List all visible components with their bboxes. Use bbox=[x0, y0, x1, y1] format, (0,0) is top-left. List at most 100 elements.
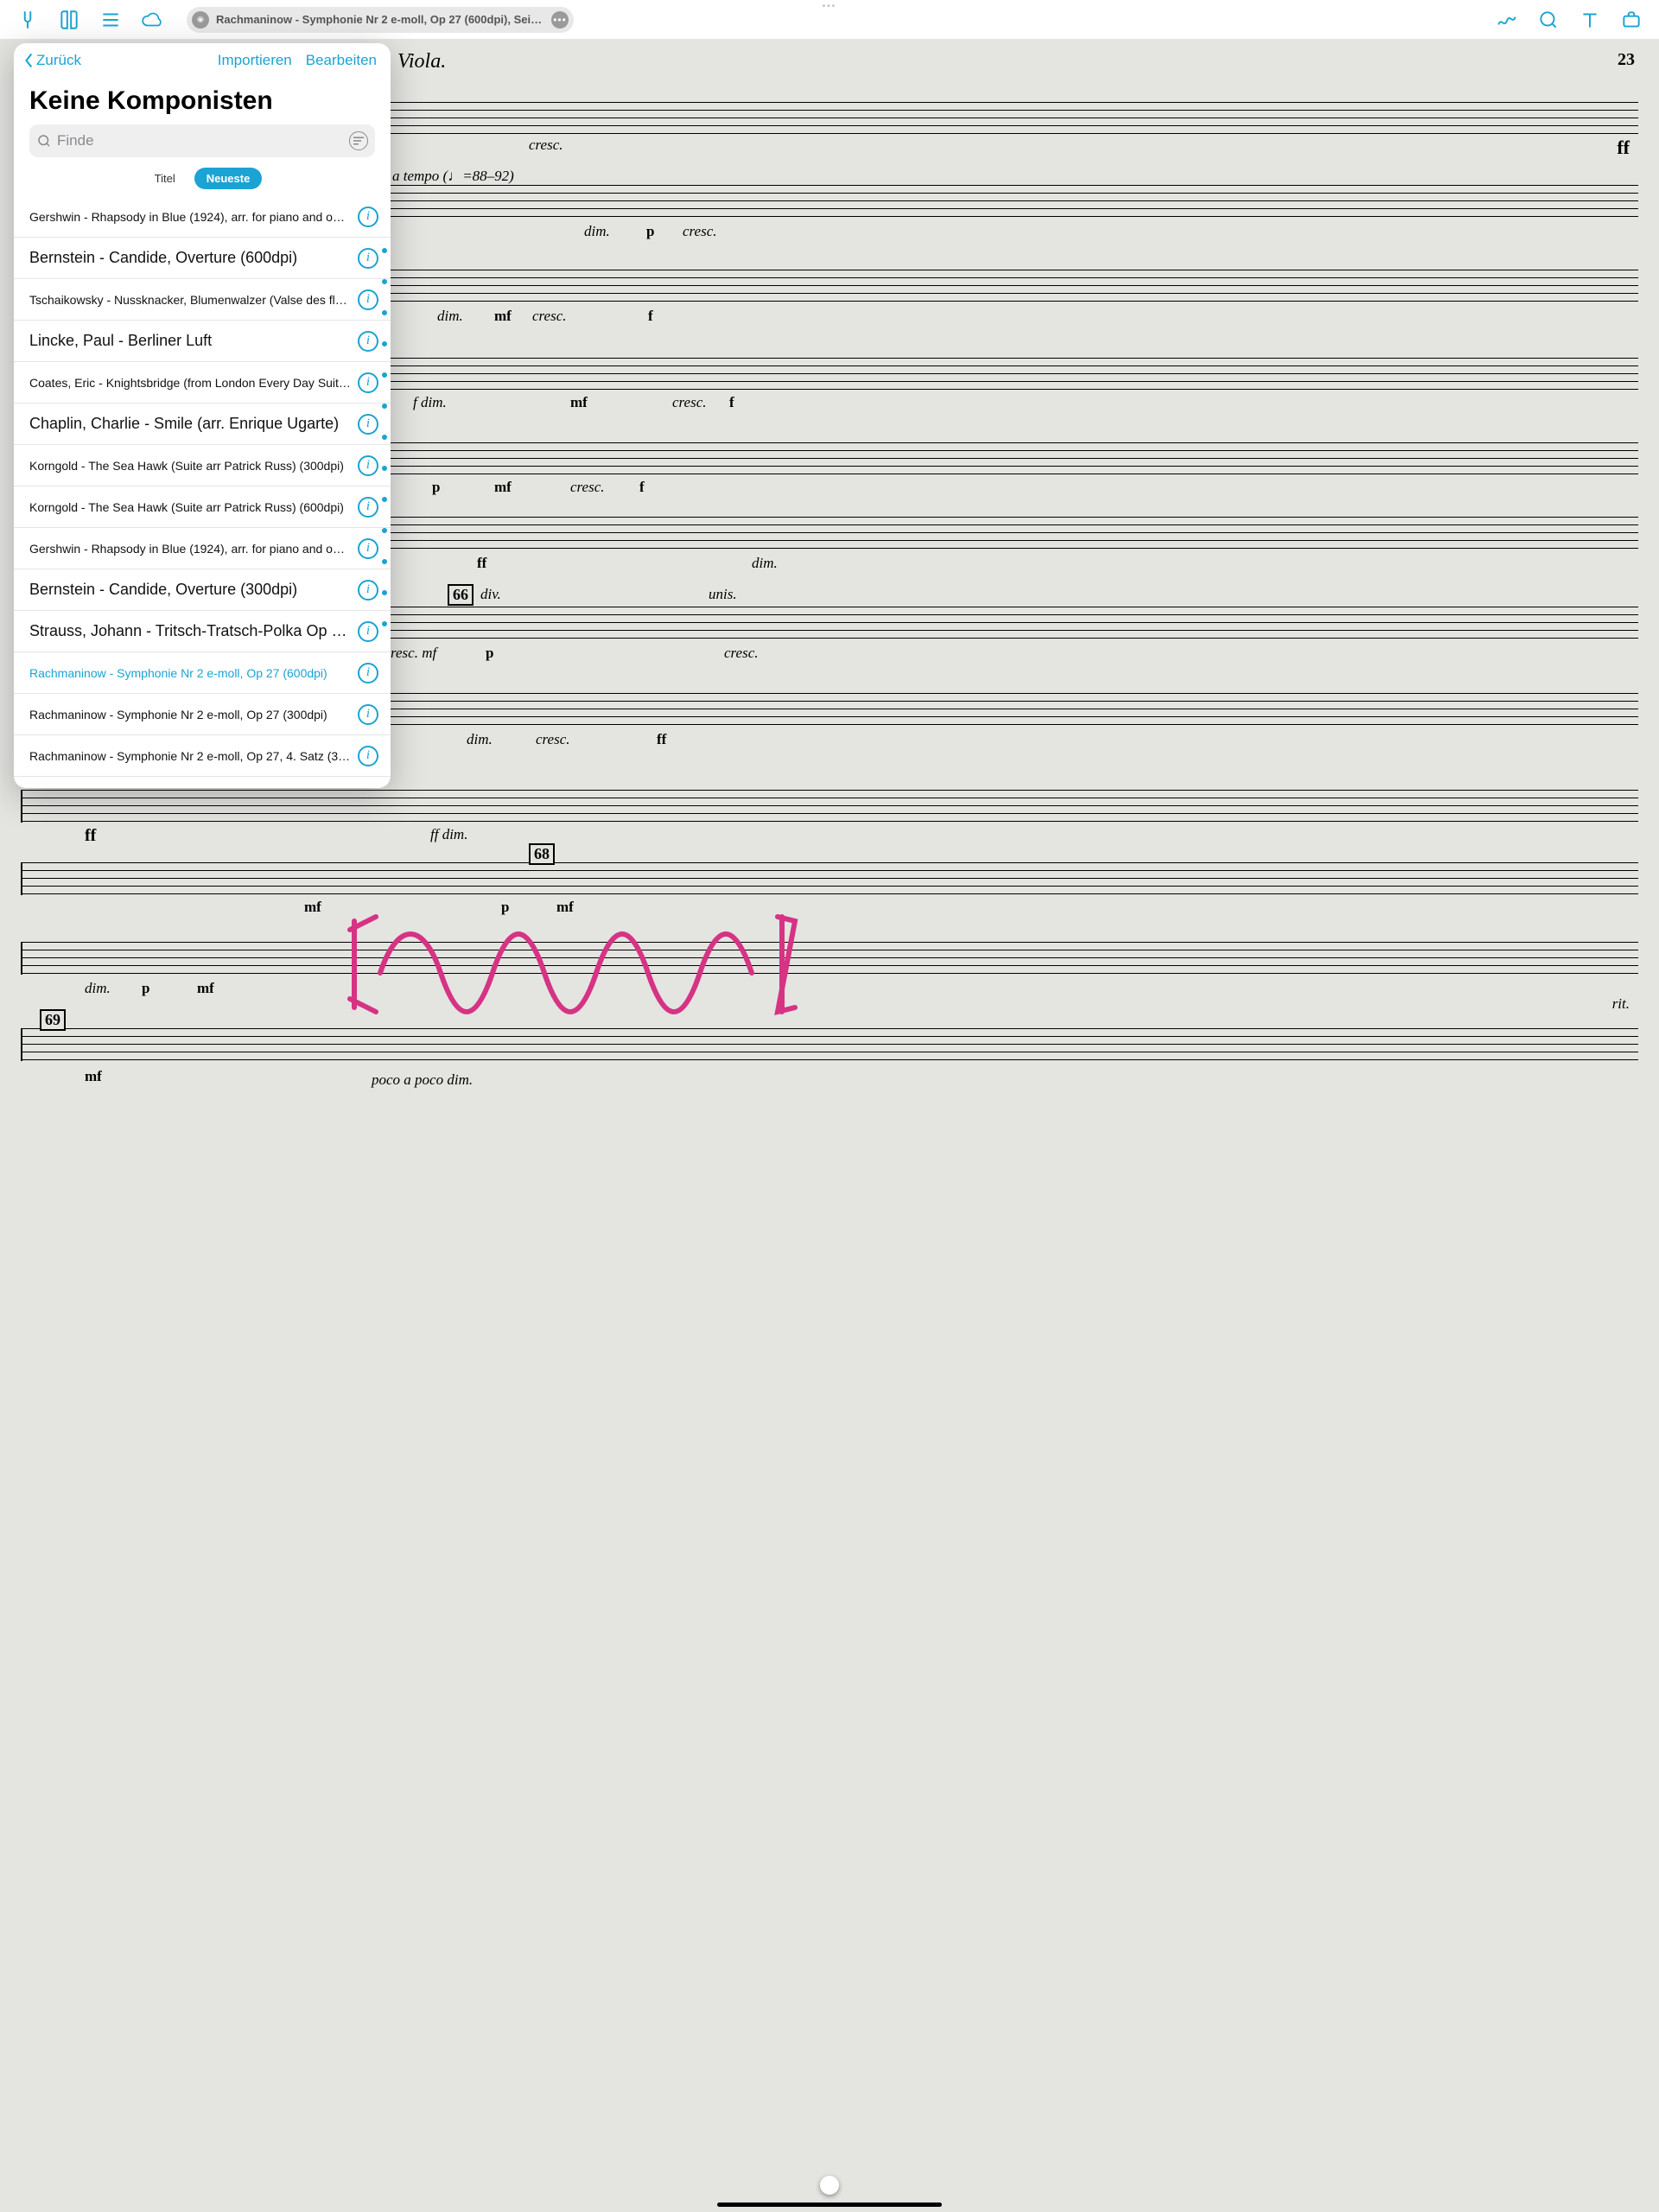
music-marking: cresc. bbox=[683, 223, 717, 240]
music-marking: resc. mf bbox=[391, 645, 436, 662]
music-marking: p bbox=[432, 479, 440, 496]
list-item-label: Bernstein - Candide, Overture (600dpi) bbox=[29, 249, 351, 267]
segment-newest[interactable]: Neueste bbox=[194, 168, 263, 189]
music-marking: cresc. bbox=[532, 308, 567, 325]
list-item[interactable]: Chaplin, Charlie - Smile (arr. Enrique U… bbox=[14, 404, 391, 445]
library-panel: Zurück Importieren Bearbeiten Keine Komp… bbox=[14, 43, 391, 788]
music-marking: f bbox=[648, 308, 653, 325]
info-icon[interactable]: i bbox=[358, 497, 378, 518]
staff-line bbox=[21, 862, 1638, 895]
staff-line bbox=[21, 1028, 1638, 1061]
list-item-label: Tschaikowsky - Nussknacker, Blumenwalzer… bbox=[29, 293, 351, 307]
info-icon[interactable]: i bbox=[358, 455, 378, 476]
info-icon[interactable]: i bbox=[358, 414, 378, 435]
index-scrubber[interactable] bbox=[382, 248, 391, 626]
info-icon[interactable]: i bbox=[358, 663, 378, 683]
list-item[interactable]: Coates, Eric - Knightsbridge (from Londo… bbox=[14, 362, 391, 404]
filter-icon[interactable] bbox=[349, 131, 368, 150]
info-icon[interactable]: i bbox=[358, 331, 378, 352]
list-item-label: Rachmaninow - Symphonie Nr 2 e-moll, Op … bbox=[29, 708, 351, 721]
tuning-fork-icon[interactable] bbox=[7, 0, 48, 40]
music-marking: rit. bbox=[1612, 995, 1630, 1013]
info-icon[interactable]: i bbox=[358, 372, 378, 393]
search-field[interactable] bbox=[29, 124, 375, 157]
music-marking: mf bbox=[304, 899, 321, 916]
music-marking: dim. bbox=[584, 223, 610, 240]
back-label: Zurück bbox=[36, 52, 81, 69]
list-item[interactable]: Lincke, Paul - Berliner Luft i bbox=[14, 321, 391, 362]
staff-line bbox=[21, 942, 1638, 975]
search-input[interactable] bbox=[57, 132, 344, 149]
library-icon[interactable] bbox=[48, 0, 90, 40]
list-icon[interactable] bbox=[90, 0, 131, 40]
multitask-dots[interactable]: ••• bbox=[823, 2, 837, 11]
info-icon[interactable]: i bbox=[358, 704, 378, 725]
list-item[interactable]: Korngold - The Sea Hawk (Suite arr Patri… bbox=[14, 445, 391, 486]
score-list[interactable]: Gershwin - Rhapsody in Blue (1924), arr.… bbox=[14, 196, 391, 788]
music-marking: p bbox=[646, 223, 654, 240]
info-icon[interactable]: i bbox=[358, 207, 378, 227]
music-marking: dim. bbox=[437, 308, 463, 325]
music-marking: mf bbox=[494, 479, 512, 496]
list-item[interactable]: Rachmaninow - Symphonie Nr 2 e-moll, Op … bbox=[14, 652, 391, 694]
list-item-label: Chaplin, Charlie - Smile (arr. Enrique U… bbox=[29, 415, 351, 433]
music-marking: p bbox=[486, 645, 493, 662]
cloud-icon[interactable] bbox=[131, 0, 173, 40]
info-icon[interactable]: i bbox=[358, 621, 378, 642]
instrument-label: Viola. bbox=[397, 50, 446, 73]
list-item[interactable]: Korngold - The Sea Hawk (Suite arr Patri… bbox=[14, 486, 391, 528]
gear-icon[interactable] bbox=[192, 11, 209, 29]
list-item-label: Gershwin - Rhapsody in Blue (1924), arr.… bbox=[29, 542, 351, 556]
edit-button[interactable]: Bearbeiten bbox=[306, 52, 377, 69]
music-marking: mf bbox=[570, 394, 588, 411]
panel-title: Keine Komponisten bbox=[14, 74, 391, 124]
import-button[interactable]: Importieren bbox=[218, 52, 292, 69]
page-number: 23 bbox=[1618, 50, 1635, 70]
music-marking: div. bbox=[480, 586, 501, 603]
music-marking: ff dim. bbox=[430, 826, 467, 843]
list-item-label: Korngold - The Sea Hawk (Suite arr Patri… bbox=[29, 500, 351, 514]
info-icon[interactable]: i bbox=[358, 746, 378, 766]
list-item[interactable]: Bernstein - Candide, Overture (300dpi)i bbox=[14, 569, 391, 611]
briefcase-icon[interactable] bbox=[1611, 0, 1652, 40]
list-item[interactable]: Gershwin - Rhapsody in Blue (1924), arr.… bbox=[14, 196, 391, 238]
rehearsal-mark: 68 bbox=[529, 843, 555, 865]
list-item[interactable]: Rachmaninow - Symphonie Nr 2 e-moll, Op … bbox=[14, 735, 391, 777]
home-indicator[interactable] bbox=[717, 2202, 942, 2207]
page-turn-indicator[interactable] bbox=[820, 2176, 839, 2195]
scribble-icon[interactable] bbox=[1486, 0, 1528, 40]
info-icon[interactable]: i bbox=[358, 580, 378, 601]
list-item[interactable]: Strauss, Johann - Tritsch-Tratsch-Polka … bbox=[14, 611, 391, 652]
text-tool-icon[interactable] bbox=[1569, 0, 1611, 40]
music-marking: ff bbox=[657, 731, 666, 748]
list-item[interactable]: Gershwin - Rhapsody in Blue (1924), arr.… bbox=[14, 528, 391, 569]
music-marking: p bbox=[142, 980, 149, 997]
music-marking: poco a poco dim. bbox=[372, 1071, 473, 1089]
music-marking: mf bbox=[556, 899, 574, 916]
rehearsal-mark: 66 bbox=[448, 584, 474, 606]
music-marking: mf bbox=[85, 1068, 102, 1085]
info-icon[interactable]: i bbox=[358, 289, 378, 310]
list-item-label: Lincke, Paul - Berliner Luft bbox=[29, 332, 351, 350]
music-marking: f bbox=[729, 394, 734, 411]
back-button[interactable]: Zurück bbox=[22, 52, 81, 69]
rehearsal-mark: 69 bbox=[40, 1009, 66, 1031]
more-icon[interactable]: ••• bbox=[551, 11, 569, 29]
search-icon[interactable] bbox=[1528, 0, 1569, 40]
info-icon[interactable]: i bbox=[358, 248, 378, 269]
music-marking: ff bbox=[477, 555, 486, 572]
sort-segmented-control: Titel Neueste bbox=[14, 168, 391, 196]
list-item-label: Rachmaninow - Symphonie Nr 2 e-moll, Op … bbox=[29, 666, 351, 680]
list-item[interactable]: Rachmaninow - Symphonie Nr 2 e-moll, Op … bbox=[14, 694, 391, 735]
music-marking: dim. bbox=[85, 980, 111, 997]
info-icon[interactable]: i bbox=[358, 538, 378, 559]
document-title-pill[interactable]: Rachmaninow - Symphonie Nr 2 e-moll, Op … bbox=[187, 7, 574, 33]
segment-title[interactable]: Titel bbox=[143, 168, 188, 189]
document-title: Rachmaninow - Symphonie Nr 2 e-moll, Op … bbox=[216, 13, 544, 26]
music-marking: cresc. bbox=[529, 137, 563, 154]
list-item[interactable]: Bernstein - Candide, Overture (600dpi) i bbox=[14, 238, 391, 279]
music-marking: ff bbox=[1617, 137, 1630, 159]
top-toolbar: ••• Rachmaninow - Symphonie Nr 2 e-moll,… bbox=[0, 0, 1659, 40]
music-marking: a tempo (♩=88–92) bbox=[392, 168, 514, 185]
list-item[interactable]: Tschaikowsky - Nussknacker, Blumenwalzer… bbox=[14, 279, 391, 321]
